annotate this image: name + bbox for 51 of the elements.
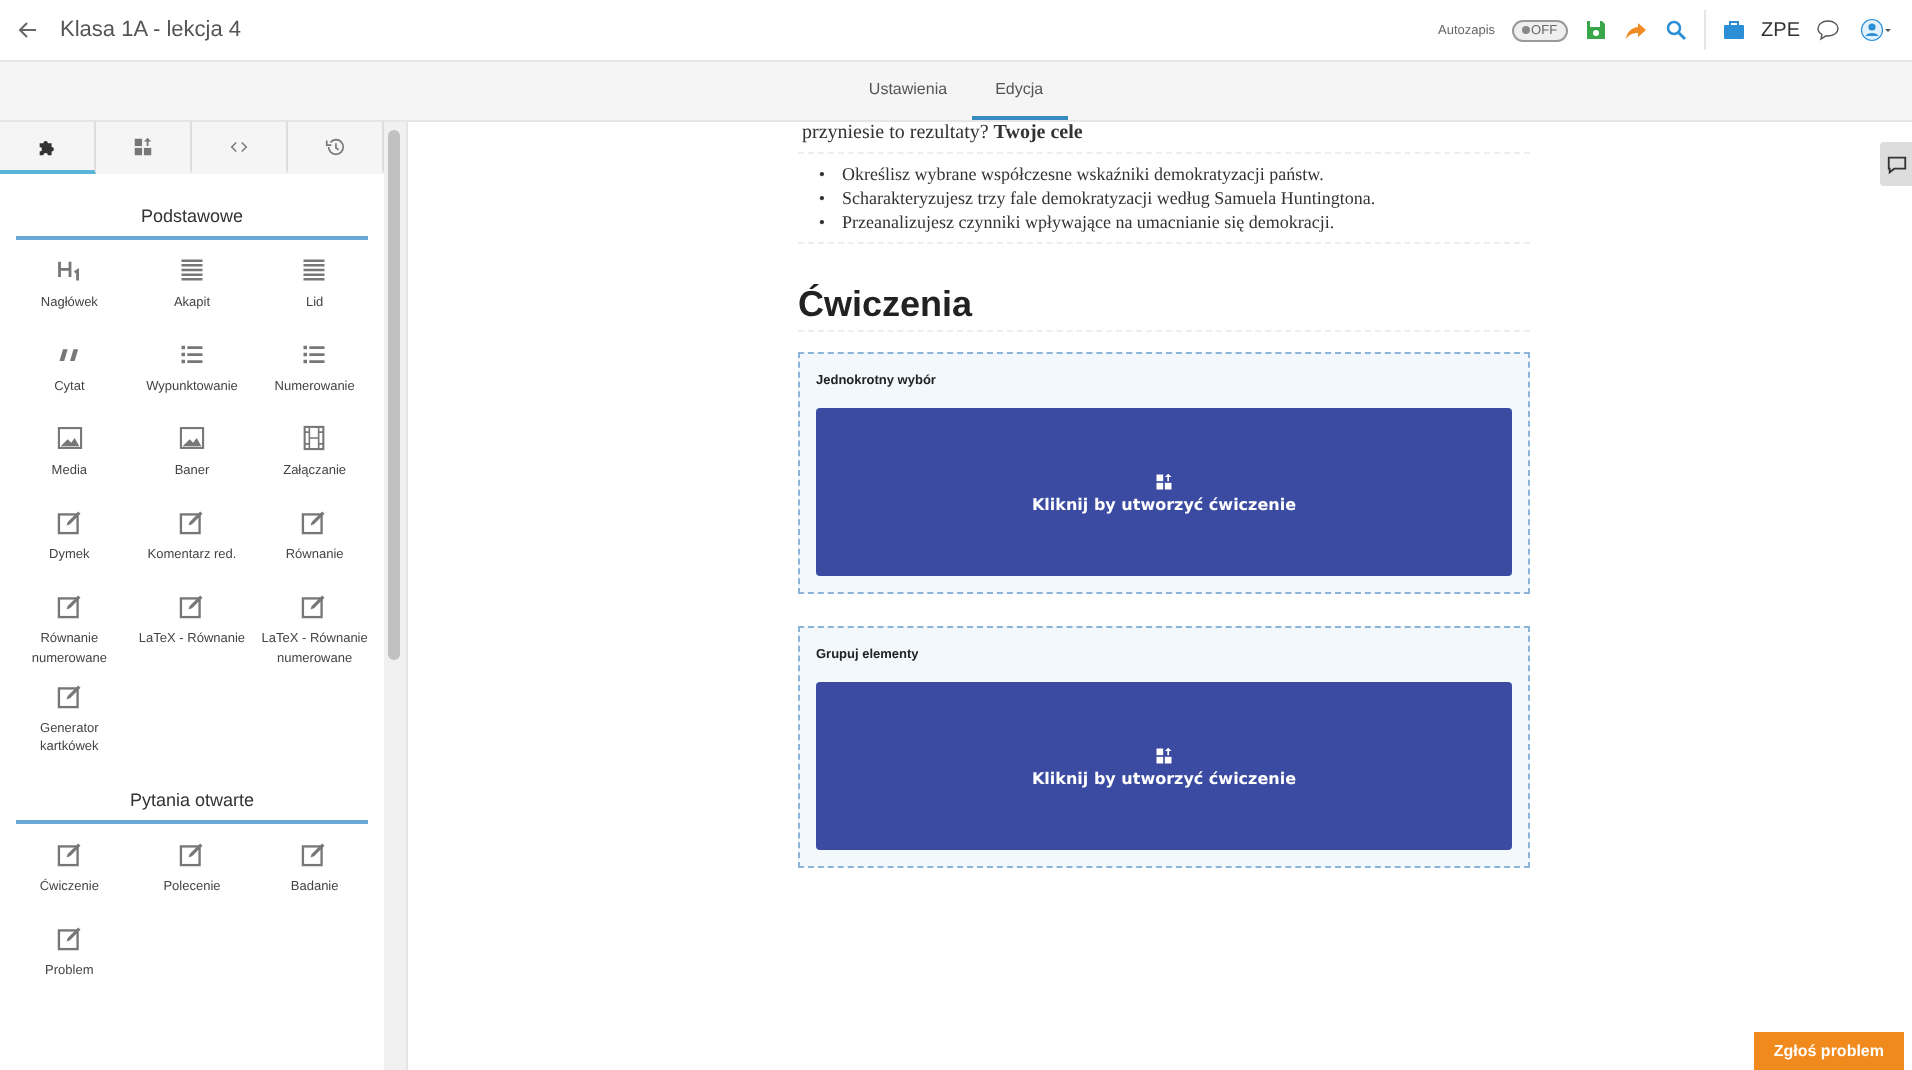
paragraph-icon	[300, 256, 329, 284]
mode-tab[interactable]: Edycja	[971, 62, 1068, 120]
share-arrow-icon[interactable]	[1623, 18, 1648, 42]
brand-logo[interactable]: ZPE	[1761, 19, 1800, 41]
heading-icon	[55, 256, 84, 284]
create-exercise-button[interactable]: Kliknij by utworzyć ćwiczenie	[816, 682, 1512, 851]
paragraph-text: przyniesie to rezultaty? Twoje cele	[798, 122, 1530, 154]
edit-icon	[55, 681, 84, 709]
bullet-marker: •	[816, 162, 828, 187]
edit-icon	[300, 508, 329, 536]
edit-icon	[177, 508, 206, 536]
edit-icon	[55, 508, 84, 536]
avatar-icon[interactable]	[1856, 18, 1896, 42]
bullet-marker: •	[816, 210, 828, 235]
speech-bubble-icon[interactable]	[1816, 18, 1840, 42]
grid-icon	[132, 135, 154, 157]
history-icon	[324, 135, 346, 157]
edit-icon	[300, 592, 329, 620]
film-icon	[300, 424, 329, 452]
mode-tab[interactable]: Ustawienia	[844, 62, 972, 120]
goal-item: Przeanalizujesz czynniki wpływające na umacnianie się demokracji.	[842, 210, 1335, 235]
lesson-title: Klasa 1A - lekcja 4	[60, 18, 241, 42]
edit-icon	[177, 592, 206, 620]
edit-icon	[300, 840, 329, 868]
search-icon[interactable]	[1663, 18, 1688, 42]
list-icon	[177, 340, 206, 368]
bullet-marker: •	[816, 186, 828, 211]
puzzle-tab[interactable]	[0, 122, 96, 174]
briefcase-icon[interactable]	[1721, 18, 1746, 42]
edit-icon	[177, 840, 206, 868]
comment-panel-button[interactable]	[1880, 142, 1912, 186]
scrollbar-thumb[interactable]	[388, 130, 400, 660]
section-heading: Ćwiczenia	[798, 280, 1530, 333]
grid-icon	[1154, 745, 1174, 766]
create-exercise-button[interactable]: Kliknij by utworzyć ćwiczenie	[816, 408, 1512, 577]
goal-item: Określisz wybrane współczesne wskaźniki demokratyzacji państw.	[842, 162, 1324, 187]
list-icon	[300, 340, 329, 368]
section-heading: Pytania otwarte	[16, 758, 368, 824]
edit-icon	[55, 840, 84, 868]
save-icon[interactable]	[1583, 18, 1608, 42]
grid-icon	[1154, 471, 1174, 492]
paragraph-icon	[177, 256, 206, 284]
image-icon	[177, 424, 206, 452]
edit-icon	[55, 924, 84, 952]
comment-icon	[1885, 153, 1907, 175]
edit-icon	[55, 592, 84, 620]
back-arrow-icon[interactable]	[16, 18, 40, 42]
goal-item: Scharakteryzujesz trzy fale demokratyzacji według Samuela Huntingtona.	[842, 186, 1376, 211]
section-heading: Podstawowe	[16, 174, 368, 240]
image-icon	[55, 424, 84, 452]
puzzle-icon	[36, 135, 58, 157]
